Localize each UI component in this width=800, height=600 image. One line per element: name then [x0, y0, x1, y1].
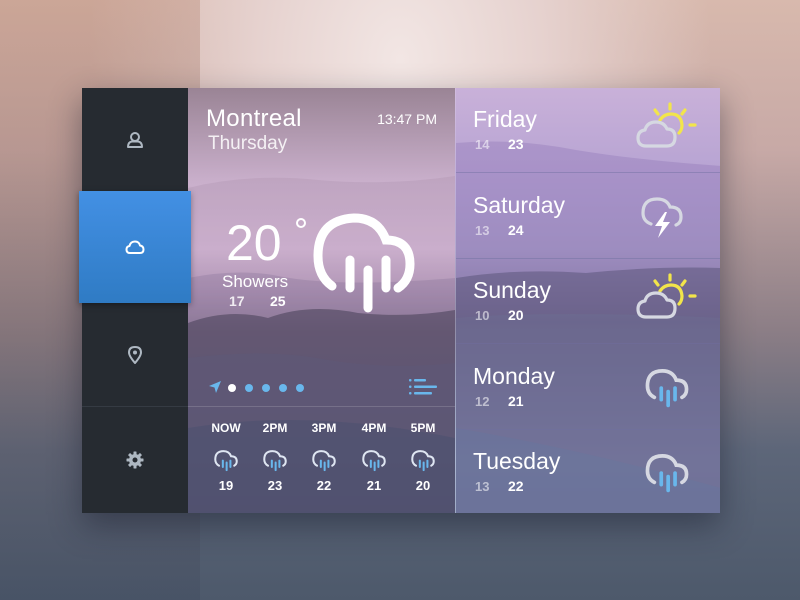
pager-dots — [228, 380, 304, 396]
location-arrow-icon[interactable] — [208, 380, 222, 394]
degree-symbol — [296, 218, 306, 228]
hour-label: 2PM — [262, 421, 288, 435]
forecast-day-saturday[interactable]: Saturday 13 24 — [456, 174, 720, 259]
forecast-day-tuesday[interactable]: Tuesday 13 22 — [456, 430, 720, 513]
rain-cloud-icon — [262, 448, 288, 472]
forecast-high: 24 — [508, 221, 524, 238]
current-temperature: 20 — [226, 215, 282, 271]
forecast-day-friday[interactable]: Friday 14 23 — [456, 88, 720, 173]
pager-dot[interactable] — [296, 384, 304, 392]
sidebar-nav — [79, 88, 191, 513]
rain-cloud-icon — [213, 448, 239, 472]
hour-temperature: 19 — [218, 478, 234, 493]
forecast-low: 14 — [475, 137, 490, 152]
pager-dot[interactable] — [262, 384, 270, 392]
partly-sunny-icon — [634, 271, 698, 332]
rain-cloud-icon — [644, 450, 690, 499]
thunderstorm-icon — [639, 190, 689, 245]
cloud-icon — [125, 240, 145, 254]
hourly-divider — [188, 406, 455, 407]
forecast-low: 13 — [475, 479, 490, 494]
city-name: Montreal — [206, 105, 302, 132]
rain-cloud-icon — [313, 213, 415, 313]
forecast-high: 20 — [508, 307, 524, 323]
forecast-day-name: Monday — [473, 362, 555, 389]
sidebar-item-settings[interactable] — [82, 407, 188, 513]
forecast-day-sunday[interactable]: Sunday 10 20 — [456, 259, 720, 344]
rain-cloud-icon — [361, 448, 387, 472]
forecast-day-name: Tuesday — [473, 448, 561, 474]
forecast-high: 23 — [508, 136, 524, 152]
user-icon — [127, 131, 143, 148]
rain-cloud-icon — [311, 448, 337, 472]
hourly-item[interactable]: 2PM 23 — [255, 421, 295, 493]
forecast-low: 13 — [475, 222, 490, 238]
forecast-high: 21 — [508, 392, 524, 409]
rain-cloud-icon — [410, 448, 436, 472]
forecast-low: 10 — [475, 308, 490, 323]
current-low: 17 — [229, 293, 245, 309]
map-pin-icon — [128, 345, 142, 364]
hour-label: 4PM — [361, 421, 387, 435]
hourly-item[interactable]: 4PM 21 — [354, 421, 394, 493]
sidebar-item-profile[interactable] — [82, 88, 188, 191]
forecast-day-name: Sunday — [473, 277, 552, 303]
pager-dot[interactable] — [245, 384, 253, 392]
current-high: 25 — [270, 293, 286, 309]
hour-label: 3PM — [311, 421, 337, 435]
forecast-day-monday[interactable]: Monday 12 21 — [456, 345, 720, 430]
weather-widget: Montreal Thursday 13:47 PM 20 Showers 17… — [79, 88, 720, 513]
partly-sunny-icon — [634, 100, 698, 161]
hourly-forecast: NOW 19 2PM 23 3PM 22 4PM 21 5PM 20 — [206, 421, 455, 501]
current-day: Thursday — [208, 133, 288, 154]
pager-dot[interactable] — [228, 384, 236, 392]
pager-dot[interactable] — [279, 384, 287, 392]
hour-label: NOW — [211, 421, 241, 435]
hour-temperature: 23 — [267, 478, 283, 493]
hour-temperature: 22 — [316, 478, 332, 493]
rain-cloud-icon — [644, 365, 690, 414]
sidebar-item-weather[interactable] — [79, 191, 191, 303]
hour-temperature: 21 — [366, 478, 382, 493]
list-view-icon[interactable] — [409, 379, 437, 395]
current-condition: Showers — [222, 272, 289, 291]
daily-forecast-panel: Friday 14 23 Saturday 13 24 Sunday 10 20… — [455, 88, 720, 513]
hourly-item[interactable]: 3PM 22 — [304, 421, 344, 493]
forecast-day-name: Friday — [473, 106, 537, 132]
hour-temperature: 20 — [415, 478, 431, 493]
hourly-item[interactable]: 5PM 20 — [403, 421, 443, 493]
current-weather-panel: Montreal Thursday 13:47 PM 20 Showers 17… — [188, 88, 455, 513]
forecast-low: 12 — [475, 393, 490, 409]
sidebar-item-location[interactable] — [82, 303, 188, 406]
hourly-item[interactable]: NOW 19 — [206, 421, 246, 493]
hour-label: 5PM — [410, 421, 436, 435]
gear-icon — [126, 451, 144, 469]
forecast-high: 22 — [508, 478, 524, 494]
forecast-day-name: Saturday — [473, 191, 566, 218]
current-time: 13:47 PM — [377, 111, 437, 127]
